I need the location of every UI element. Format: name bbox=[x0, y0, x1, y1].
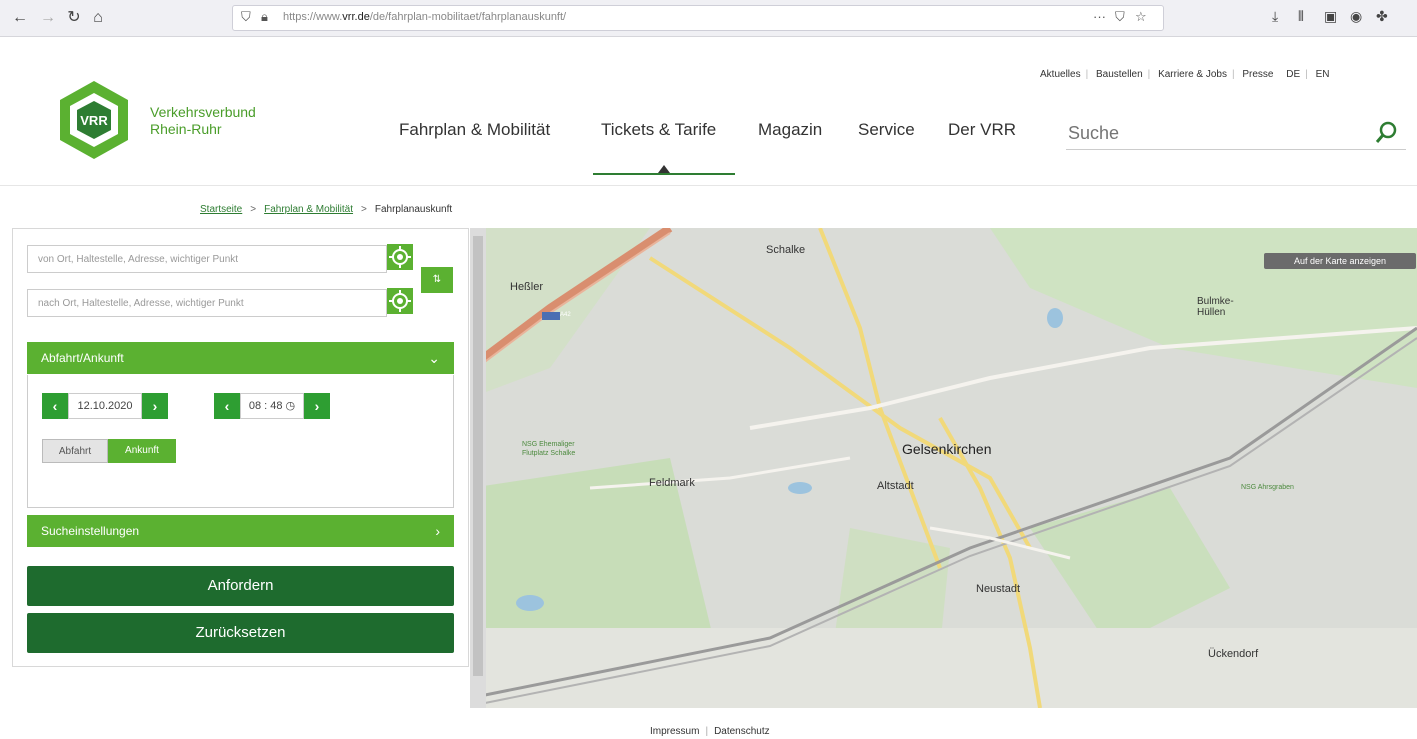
from-input[interactable]: von Ort, Haltestelle, Adresse, wichtiger… bbox=[27, 245, 387, 273]
submit-button[interactable]: Anfordern bbox=[27, 566, 454, 606]
site-header: VRR Verkehrsverbund Rhein-Ruhr Aktuelles… bbox=[0, 37, 1417, 200]
map-label: Heßler bbox=[510, 281, 544, 293]
locate-icon bbox=[389, 290, 411, 312]
home-icon[interactable]: ⌂ bbox=[86, 6, 110, 30]
vrr-logo[interactable]: VRR bbox=[58, 79, 130, 161]
section-title: Abfahrt/Ankunft bbox=[41, 351, 124, 365]
toplink-aktuelles[interactable]: Aktuelles bbox=[1040, 69, 1081, 80]
departure-arrival-header[interactable]: Abfahrt/Ankunft ⌄ bbox=[27, 342, 454, 374]
search-box bbox=[1066, 117, 1406, 150]
nav-magazin[interactable]: Magazin bbox=[758, 120, 822, 140]
brand-line2: Rhein-Ruhr bbox=[150, 121, 222, 137]
breadcrumb-home[interactable]: Startseite bbox=[200, 204, 242, 215]
addon-icon[interactable]: ✤ bbox=[1376, 8, 1388, 25]
shield-icon: ⛉ bbox=[241, 9, 251, 24]
map-park-label: NSG Ehemaliger Flutplatz Schalke bbox=[522, 441, 576, 457]
svg-text:VRR: VRR bbox=[80, 113, 108, 128]
map-label-city: Gelsenkirchen bbox=[902, 441, 992, 457]
map-view[interactable] bbox=[470, 228, 1417, 708]
map-label: Schalke bbox=[766, 244, 806, 256]
panel-scrollbar-thumb[interactable] bbox=[473, 236, 483, 676]
back-icon[interactable]: ← bbox=[8, 6, 32, 30]
chevron-right-icon: › bbox=[435, 523, 440, 539]
toplink-karriere[interactable]: Karriere & Jobs bbox=[1158, 69, 1227, 80]
nav-active-underline bbox=[593, 173, 735, 175]
locate-icon bbox=[389, 246, 411, 268]
search-input[interactable] bbox=[1066, 117, 1360, 149]
highway-shield: A42 bbox=[560, 312, 571, 318]
brand-name: Verkehrsverbund Rhein-Ruhr bbox=[150, 104, 256, 138]
toggle-arrival[interactable]: Ankunft bbox=[108, 439, 176, 463]
brand-line1: Verkehrsverbund bbox=[150, 104, 256, 120]
nav-der-vrr[interactable]: Der VRR bbox=[948, 120, 1016, 140]
time-prev-button[interactable]: ‹ bbox=[214, 393, 240, 419]
search-settings-header[interactable]: Sucheinstellungen › bbox=[27, 515, 454, 547]
download-icon[interactable]: ⤓ bbox=[1272, 8, 1278, 25]
library-icon[interactable]: ⫴ bbox=[1298, 8, 1304, 25]
nav-fahrplan[interactable]: Fahrplan & Mobilität bbox=[399, 120, 550, 140]
more-icon[interactable]: ··· bbox=[1093, 9, 1106, 24]
top-links: Aktuelles | Baustellen | Karriere & Jobs | … bbox=[1040, 69, 1330, 80]
map-label: Feldmark bbox=[649, 477, 695, 489]
map-label: Neustadt bbox=[976, 583, 1021, 595]
breadcrumb-fahrplan[interactable]: Fahrplan & Mobilität bbox=[264, 204, 353, 215]
map-label: Ückendorf bbox=[1208, 648, 1259, 660]
footer-links: Impressum | Datenschutz bbox=[650, 726, 770, 737]
to-locate-button[interactable] bbox=[387, 288, 413, 314]
toplink-presse[interactable]: Presse bbox=[1242, 69, 1273, 80]
url-bar[interactable]: ⛉ 🔒︎ https://www.vrr.de/de/fahrplan-mobi… bbox=[232, 5, 1164, 31]
toplink-baustellen[interactable]: Baustellen bbox=[1096, 69, 1143, 80]
map-park-label: NSG Ahrsgraben bbox=[1241, 484, 1294, 491]
section-title: Sucheinstellungen bbox=[41, 524, 140, 538]
browser-toolbar: ← → ↻ ⌂ ⛉ 🔒︎ https://www.vrr.de/de/fahrp… bbox=[0, 0, 1417, 37]
time-value: 08 : 48 bbox=[248, 400, 283, 412]
lock-icon: 🔒︎ bbox=[261, 9, 268, 24]
map-label: Altstadt bbox=[877, 480, 914, 492]
reload-icon[interactable]: ↻ bbox=[62, 6, 86, 30]
url-text: https://www.vrr.de/de/fahrplan-mobilitae… bbox=[283, 11, 567, 23]
date-next-button[interactable]: › bbox=[142, 393, 168, 419]
swap-button[interactable]: ⇅ bbox=[421, 267, 453, 293]
header-divider bbox=[0, 185, 1417, 186]
search-icon[interactable] bbox=[1374, 119, 1400, 145]
time-next-button[interactable]: › bbox=[304, 393, 330, 419]
forward-icon[interactable]: → bbox=[36, 6, 60, 30]
reset-button[interactable]: Zurücksetzen bbox=[27, 613, 454, 653]
nav-active-indicator bbox=[658, 165, 670, 173]
clock-icon: ◷ bbox=[285, 400, 296, 412]
departure-arrival-body: ‹ 12.10.2020 › ‹ 08 : 48 ◷ › Abfahrt Ank… bbox=[27, 375, 454, 508]
time-field[interactable]: 08 : 48 ◷ bbox=[240, 393, 304, 419]
from-locate-button[interactable] bbox=[387, 244, 413, 270]
date-prev-button[interactable]: ‹ bbox=[42, 393, 68, 419]
bookmark-star-icon[interactable]: ☆ bbox=[1135, 9, 1147, 25]
to-input[interactable]: nach Ort, Haltestelle, Adresse, wichtige… bbox=[27, 289, 387, 317]
chevron-down-icon: ⌄ bbox=[428, 350, 440, 366]
sidebar-icon[interactable]: ▣ bbox=[1324, 8, 1337, 25]
breadcrumb: Startseite > Fahrplan & Mobilität > Fahrplan… bbox=[200, 204, 453, 215]
toggle-departure[interactable]: Abfahrt bbox=[42, 439, 108, 463]
show-on-map-button[interactable]: Auf der Karte anzeigen bbox=[1264, 253, 1416, 269]
pocket-icon[interactable]: ⛉ bbox=[1115, 9, 1125, 25]
map-label: Bulmke-Hüllen bbox=[1197, 296, 1234, 318]
trip-search-panel: von Ort, Haltestelle, Adresse, wichtiger… bbox=[12, 228, 469, 667]
lang-de[interactable]: DE bbox=[1286, 69, 1300, 80]
footer-impressum[interactable]: Impressum bbox=[650, 726, 699, 737]
footer-datenschutz[interactable]: Datenschutz bbox=[714, 726, 770, 737]
map-canvas bbox=[470, 228, 1417, 708]
nav-service[interactable]: Service bbox=[858, 120, 915, 140]
date-field[interactable]: 12.10.2020 bbox=[68, 393, 142, 419]
breadcrumb-current: Fahrplanauskunft bbox=[374, 204, 453, 215]
extension-icon[interactable]: ◉ bbox=[1350, 8, 1362, 25]
nav-tickets[interactable]: Tickets & Tarife bbox=[601, 120, 716, 140]
lang-en[interactable]: EN bbox=[1316, 69, 1330, 80]
